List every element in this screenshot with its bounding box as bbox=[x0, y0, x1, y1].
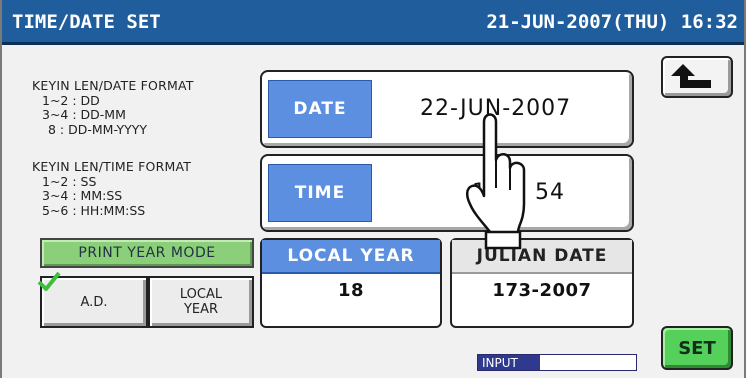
input-indicator-label: INPUT bbox=[478, 355, 540, 370]
time-field-label: TIME bbox=[268, 164, 372, 222]
local-year-option-button[interactable]: LOCAL YEAR bbox=[148, 276, 254, 328]
date-format-row: 1~2 : DD bbox=[42, 92, 100, 108]
date-field-label: DATE bbox=[268, 80, 372, 138]
date-format-row: 3~4 : DD-MM bbox=[42, 107, 126, 122]
print-year-mode-button[interactable]: PRINT YEAR MODE bbox=[40, 238, 254, 268]
time-date-set-screen: TIME/DATE SET 21-JUN-2007(THU) 16:32 KEY… bbox=[0, 0, 746, 378]
julian-date-value: 173-2007 bbox=[492, 280, 592, 301]
time-format-row: 1~2 : SS bbox=[42, 173, 97, 189]
time-field[interactable]: TIME 1 54 bbox=[260, 154, 634, 232]
local-year-value: 18 bbox=[337, 280, 365, 301]
date-field[interactable]: DATE 22-JUN-2007 bbox=[260, 70, 634, 148]
current-datetime: 21-JUN-2007(THU) 16:32 bbox=[486, 11, 738, 33]
input-indicator: INPUT bbox=[477, 354, 637, 371]
date-format-row: 8 : DD-MM-YYYY bbox=[48, 121, 148, 137]
local-year-option-label: LOCAL YEAR bbox=[179, 287, 223, 317]
date-format-heading: KEYIN LEN/DATE FORMAT bbox=[32, 78, 194, 93]
ad-option-label: A.D. bbox=[80, 294, 108, 310]
title-bar-divider bbox=[2, 42, 744, 45]
back-arrow-icon bbox=[671, 64, 711, 88]
local-year-label: LOCAL YEAR bbox=[262, 240, 440, 274]
time-format-heading: KEYIN LEN/TIME FORMAT bbox=[32, 159, 192, 174]
page-title: TIME/DATE SET bbox=[12, 11, 161, 33]
time-format-help: KEYIN LEN/TIME FORMAT 1~2 : SS 3~4 : MM:… bbox=[32, 159, 192, 218]
time-format-row: 3~4 : MM:SS bbox=[42, 188, 123, 203]
hand-pointer-icon bbox=[466, 113, 526, 250]
local-year-box[interactable]: LOCAL YEAR 18 bbox=[260, 238, 442, 328]
title-bar: TIME/DATE SET 21-JUN-2007(THU) 16:32 bbox=[2, 0, 744, 42]
date-format-help: KEYIN LEN/DATE FORMAT 1~2 : DD 3~4 : DD-… bbox=[32, 78, 194, 137]
checkmark-icon bbox=[37, 271, 61, 291]
back-button[interactable] bbox=[661, 56, 733, 98]
set-button[interactable]: SET bbox=[661, 326, 733, 370]
time-format-row: 5~6 : HH:MM:SS bbox=[42, 202, 146, 218]
